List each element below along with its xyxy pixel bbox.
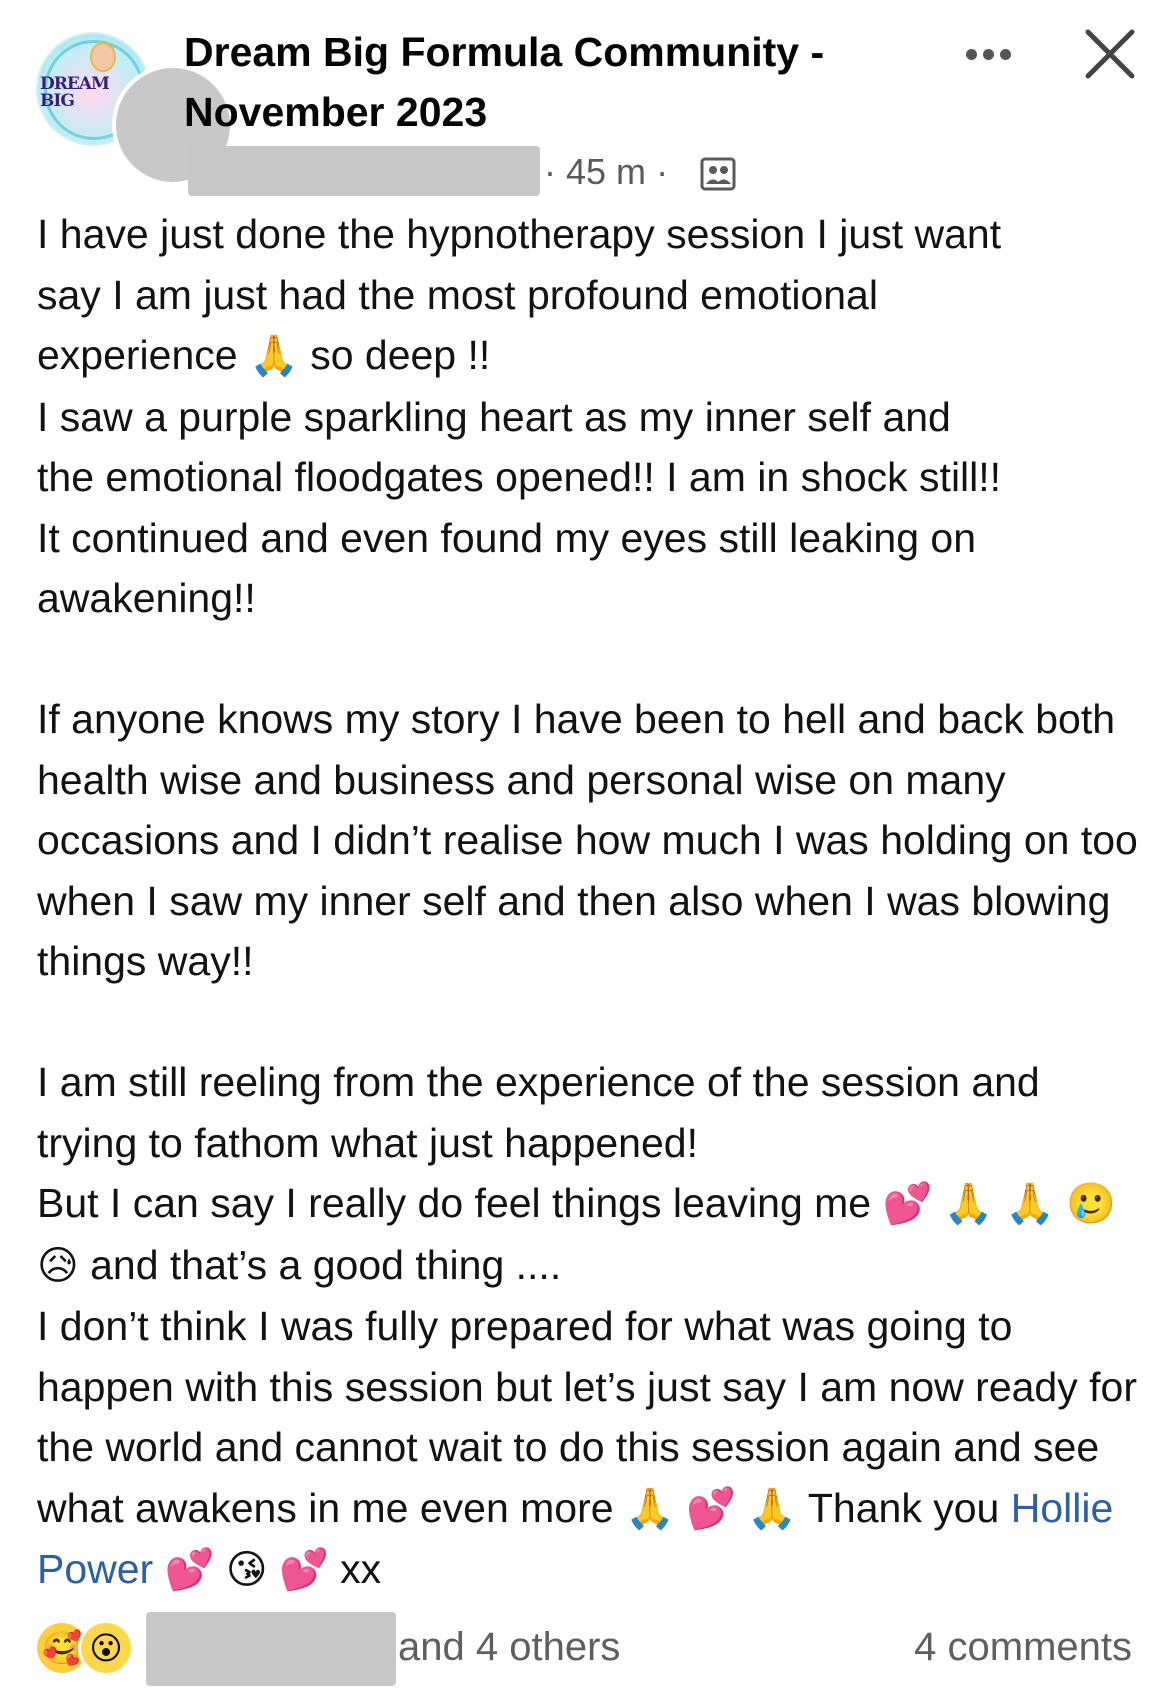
sad-relieved-emoji-icon: 😥 — [37, 1242, 79, 1289]
two-hearts-emoji-icon: 💕 — [278, 1547, 329, 1593]
post-header: DREAM BIG Dream Big Formula Community - … — [0, 0, 1170, 200]
more-dot-icon — [999, 48, 1011, 60]
post-text: Thank you — [807, 1484, 1000, 1531]
author-name-redacted[interactable] — [188, 146, 540, 196]
post-paragraph: I am still reeling from the experience o… — [37, 1059, 1040, 1166]
two-hearts-emoji-icon: 💕 — [164, 1547, 215, 1593]
reactions-count[interactable]: and 4 others — [398, 1622, 620, 1672]
post-paragraph: I don’t think I was fully prepared for w… — [37, 1296, 1147, 1601]
two-hearts-emoji-icon: 💕 — [882, 1181, 933, 1227]
pray-emoji-icon: 🙏 — [943, 1181, 994, 1227]
post-text: experience — [37, 332, 238, 378]
group-name-link[interactable]: Dream Big Formula Community - November 2… — [184, 22, 924, 142]
more-options-button[interactable] — [958, 36, 1018, 72]
post-line: I saw a purple sparkling heart as my inn… — [37, 393, 951, 440]
post-line: the emotional floodgates opened!! I am i… — [37, 454, 1002, 500]
post-paragraph: But I can say I really do feel things le… — [37, 1173, 1147, 1296]
timestamp-text: 45 m — [566, 151, 647, 192]
pray-emoji-icon: 🙏 — [747, 1485, 798, 1532]
post-text: so deep !! — [310, 332, 491, 378]
pray-emoji-icon: 🙏 — [248, 333, 299, 379]
post-line: awakening!! — [37, 575, 256, 621]
post-text: and that’s a good thing .... — [90, 1241, 562, 1288]
post-text: But I can say I really do feel things le… — [37, 1180, 872, 1226]
comments-count-link[interactable]: 4 comments — [914, 1622, 1132, 1672]
post-body: I have just done the hypnotherapy sessio… — [37, 204, 1147, 1601]
group-logo-text: DREAM BIG — [40, 74, 110, 111]
members-privacy-icon — [700, 157, 736, 191]
post-footer: 🥰 😮 and 4 others 4 comments — [0, 1608, 1170, 1688]
more-dot-icon — [982, 48, 994, 60]
pray-emoji-icon: 🙏 — [624, 1485, 675, 1532]
post-line: It continued and even found my eyes stil… — [37, 514, 977, 561]
wow-reaction-icon[interactable]: 😮 — [78, 1620, 134, 1676]
post-timestamp[interactable]: · 45 m · — [544, 150, 668, 194]
two-hearts-emoji-icon: 💕 — [686, 1485, 736, 1532]
post-text: xx — [340, 1546, 382, 1592]
reactor-name-redacted[interactable] — [146, 1612, 396, 1686]
post-paragraph: If anyone knows my story I have been to … — [37, 696, 1138, 984]
more-dot-icon — [965, 48, 977, 60]
avatar-portrait-icon — [90, 42, 116, 72]
kiss-emoji-icon: 😘 — [225, 1547, 268, 1593]
meta-separator: · — [544, 151, 556, 192]
smiling-tear-emoji-icon: 🥲 — [1066, 1181, 1116, 1227]
post-line: I have just done the hypnotherapy sessio… — [37, 211, 1002, 257]
post-line: experience 🙏 so deep !! — [37, 325, 1147, 387]
pray-emoji-icon: 🙏 — [1004, 1181, 1055, 1227]
post-line: say I am just had the most profound emot… — [37, 271, 878, 318]
close-icon[interactable] — [1082, 26, 1138, 82]
meta-separator: · — [656, 151, 669, 192]
